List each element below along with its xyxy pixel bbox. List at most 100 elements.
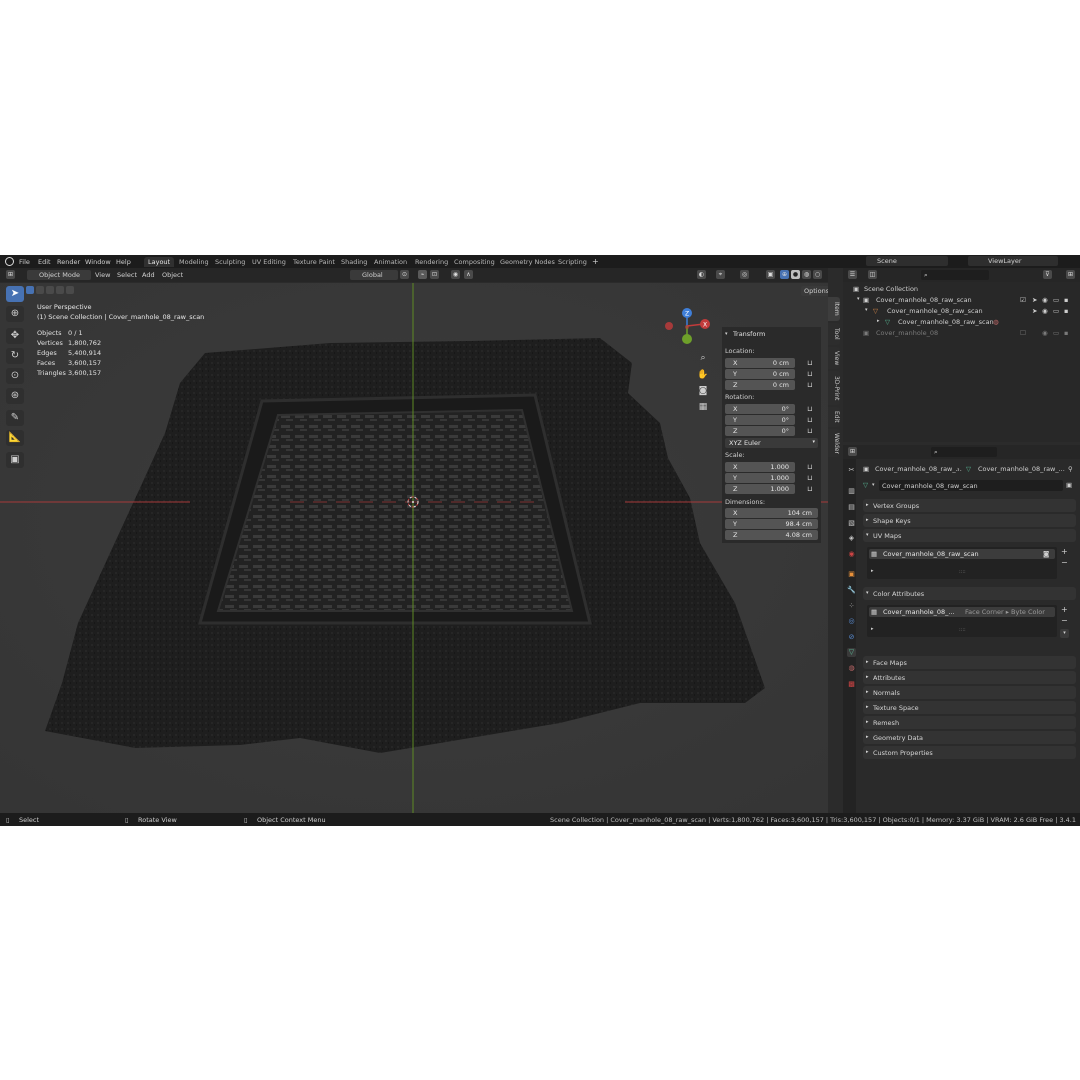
- section-uv-maps[interactable]: ▾ UV Maps: [863, 529, 1076, 542]
- gizmo-neg-x-icon[interactable]: [665, 322, 673, 330]
- eye-icon[interactable]: ◉: [1042, 307, 1048, 315]
- mesh-data-tab-icon[interactable]: ▽: [847, 648, 856, 657]
- side-tab-view[interactable]: View: [828, 347, 840, 369]
- visibility-icon[interactable]: ◐: [697, 270, 706, 279]
- checkbox-icon[interactable]: ☑: [1020, 296, 1026, 304]
- particles-tab-icon[interactable]: ⁘: [847, 602, 856, 611]
- transform-tool-icon[interactable]: ⊛: [6, 388, 24, 404]
- expand-arrow-icon[interactable]: ▸: [871, 626, 874, 632]
- outliner-editor-icon[interactable]: ☰: [848, 270, 857, 279]
- solid-shading-icon[interactable]: ●: [791, 270, 800, 279]
- options-dropdown[interactable]: Options: [801, 286, 828, 296]
- tab-uv-editing[interactable]: UV Editing: [248, 257, 290, 267]
- tab-geometry-nodes[interactable]: Geometry Nodes: [496, 257, 559, 267]
- section-vertex-groups[interactable]: ▸ Vertex Groups: [863, 499, 1076, 512]
- properties-editor-icon[interactable]: ⊞: [848, 447, 857, 456]
- lock-icon[interactable]: ⊔: [807, 370, 812, 378]
- scale-tool-icon[interactable]: ⊙: [6, 368, 24, 384]
- zoom-icon[interactable]: ⌕: [700, 353, 705, 363]
- section-normals[interactable]: ▸ Normals: [863, 686, 1076, 699]
- eye-icon[interactable]: ◉: [1042, 296, 1048, 304]
- physics-tab-icon[interactable]: ◎: [847, 617, 856, 626]
- rendered-shading-icon[interactable]: ○: [813, 270, 822, 279]
- vp-menu-add[interactable]: Add: [142, 271, 155, 279]
- lock-icon[interactable]: ⊔: [807, 381, 812, 389]
- camera-view-icon[interactable]: ◙: [699, 386, 708, 396]
- remove-color-attribute-button[interactable]: −: [1061, 616, 1068, 625]
- tool-tab-icon[interactable]: ✂: [847, 466, 856, 475]
- lock-icon[interactable]: ⊔: [807, 485, 812, 493]
- breadcrumb-mesh[interactable]: Cover_manhole_08_raw_...: [978, 465, 1065, 473]
- breadcrumb-object[interactable]: Cover_manhole_08_raw_...: [875, 465, 962, 473]
- tab-animation[interactable]: Animation: [370, 257, 411, 267]
- resize-handle-icon[interactable]: ::::: [959, 627, 966, 633]
- constraints-tab-icon[interactable]: ⊘: [847, 633, 856, 642]
- monitor-icon[interactable]: ▭: [1053, 296, 1059, 304]
- rotation-mode-dropdown[interactable]: XYZ Euler ▾: [725, 438, 818, 448]
- side-tab-3d-print[interactable]: 3D-Print: [828, 371, 840, 405]
- outliner-row-collection-2[interactable]: ▣ Cover_manhole_08 ☐ ◉ ▭ ▪: [843, 328, 1080, 339]
- blender-logo-icon[interactable]: [5, 257, 14, 266]
- scene-tab-icon[interactable]: ◈: [847, 534, 856, 543]
- lock-icon[interactable]: ⊔: [807, 463, 812, 471]
- scale-y-field[interactable]: Y 1.000: [725, 473, 795, 483]
- material-shading-icon[interactable]: ◍: [802, 270, 811, 279]
- location-x-field[interactable]: X 0 cm: [725, 358, 795, 368]
- 3d-viewport[interactable]: Z X ⌕ ✋ ◙ ▦ ➤ ⊕ ✥ ↻ ⊙ ⊛ ✎ 📐 ▣ User Persp…: [0, 283, 828, 813]
- chevron-down-icon[interactable]: ▾: [1060, 629, 1069, 638]
- overlay-icon[interactable]: ◎: [740, 270, 749, 279]
- rotate-tool-icon[interactable]: ↻: [6, 348, 24, 364]
- menu-help[interactable]: Help: [116, 258, 131, 266]
- lock-icon[interactable]: ⊔: [807, 405, 812, 413]
- output-tab-icon[interactable]: ▤: [847, 503, 856, 512]
- section-color-attributes[interactable]: ▾ Color Attributes: [863, 587, 1076, 600]
- camera-icon[interactable]: ▪: [1064, 307, 1068, 315]
- texture-tab-icon[interactable]: ▩: [847, 680, 856, 689]
- dimension-y-field[interactable]: Y 98.4 cm: [725, 519, 818, 529]
- side-tab-item[interactable]: Item: [828, 297, 840, 321]
- rotation-z-field[interactable]: Z 0°: [725, 426, 795, 436]
- material-tab-icon[interactable]: ◍: [847, 664, 856, 673]
- menu-render[interactable]: Render: [57, 258, 80, 266]
- select-arrow-icon[interactable]: ➤: [1032, 307, 1037, 315]
- monitor-icon[interactable]: ▭: [1053, 307, 1059, 315]
- lock-icon[interactable]: ⊔: [807, 474, 812, 482]
- snap-target-icon[interactable]: ⊡: [430, 270, 439, 279]
- select-tool-icon[interactable]: ➤: [6, 286, 24, 302]
- gizmo-y-icon[interactable]: [682, 334, 692, 344]
- menu-file[interactable]: File: [19, 258, 30, 266]
- camera-icon[interactable]: ▪: [1064, 329, 1068, 337]
- cursor-tool-icon[interactable]: ⊕: [6, 306, 24, 322]
- color-attribute-item[interactable]: ▦ Cover_manhole_08_... Face Corner ▸ Byt…: [869, 607, 1055, 617]
- outliner-row-object[interactable]: ▾ ▽ Cover_manhole_08_raw_scan ➤ ◉ ▭ ▪: [843, 306, 1080, 317]
- tab-compositing[interactable]: Compositing: [450, 257, 499, 267]
- rotation-x-field[interactable]: X 0°: [725, 404, 795, 414]
- eye-icon[interactable]: ◉: [1042, 329, 1048, 337]
- snap-icon[interactable]: ⌁: [418, 270, 427, 279]
- select-arrow-icon[interactable]: ➤: [1032, 296, 1037, 304]
- mesh-name-field[interactable]: Cover_manhole_08_raw_scan: [879, 480, 1063, 491]
- new-collection-icon[interactable]: ⊞: [1066, 270, 1075, 279]
- viewlayer-selector[interactable]: ViewLayer: [968, 256, 1058, 266]
- side-tab-tool[interactable]: Tool: [828, 323, 840, 345]
- select-new-icon[interactable]: [26, 286, 34, 294]
- remove-uv-button[interactable]: −: [1061, 558, 1068, 567]
- outliner-row-mesh[interactable]: ▸ ▽ Cover_manhole_08_raw_scan ◍: [843, 317, 1080, 328]
- add-cube-tool-icon[interactable]: ▣: [6, 452, 24, 468]
- vp-menu-select[interactable]: Select: [117, 271, 137, 279]
- gizmo-icon[interactable]: ⌖: [716, 270, 725, 279]
- uv-map-item[interactable]: ▦ Cover_manhole_08_raw_scan ◙: [869, 549, 1055, 559]
- wireframe-shading-icon[interactable]: ⊕: [780, 270, 789, 279]
- add-color-attribute-button[interactable]: +: [1061, 605, 1068, 614]
- lock-icon[interactable]: ⊔: [807, 359, 812, 367]
- add-uv-button[interactable]: +: [1061, 547, 1068, 556]
- ortho-grid-icon[interactable]: ▦: [699, 402, 708, 412]
- scale-z-field[interactable]: Z 1.000: [725, 484, 795, 494]
- tab-modeling[interactable]: Modeling: [175, 257, 213, 267]
- pan-hand-icon[interactable]: ✋: [697, 368, 708, 380]
- side-tab-edit[interactable]: Edit: [828, 407, 840, 427]
- tab-scripting[interactable]: Scripting: [554, 257, 591, 267]
- pin-icon[interactable]: ⚲: [1068, 465, 1073, 473]
- section-remesh[interactable]: ▸ Remesh: [863, 716, 1076, 729]
- xray-icon[interactable]: ▣: [766, 270, 775, 279]
